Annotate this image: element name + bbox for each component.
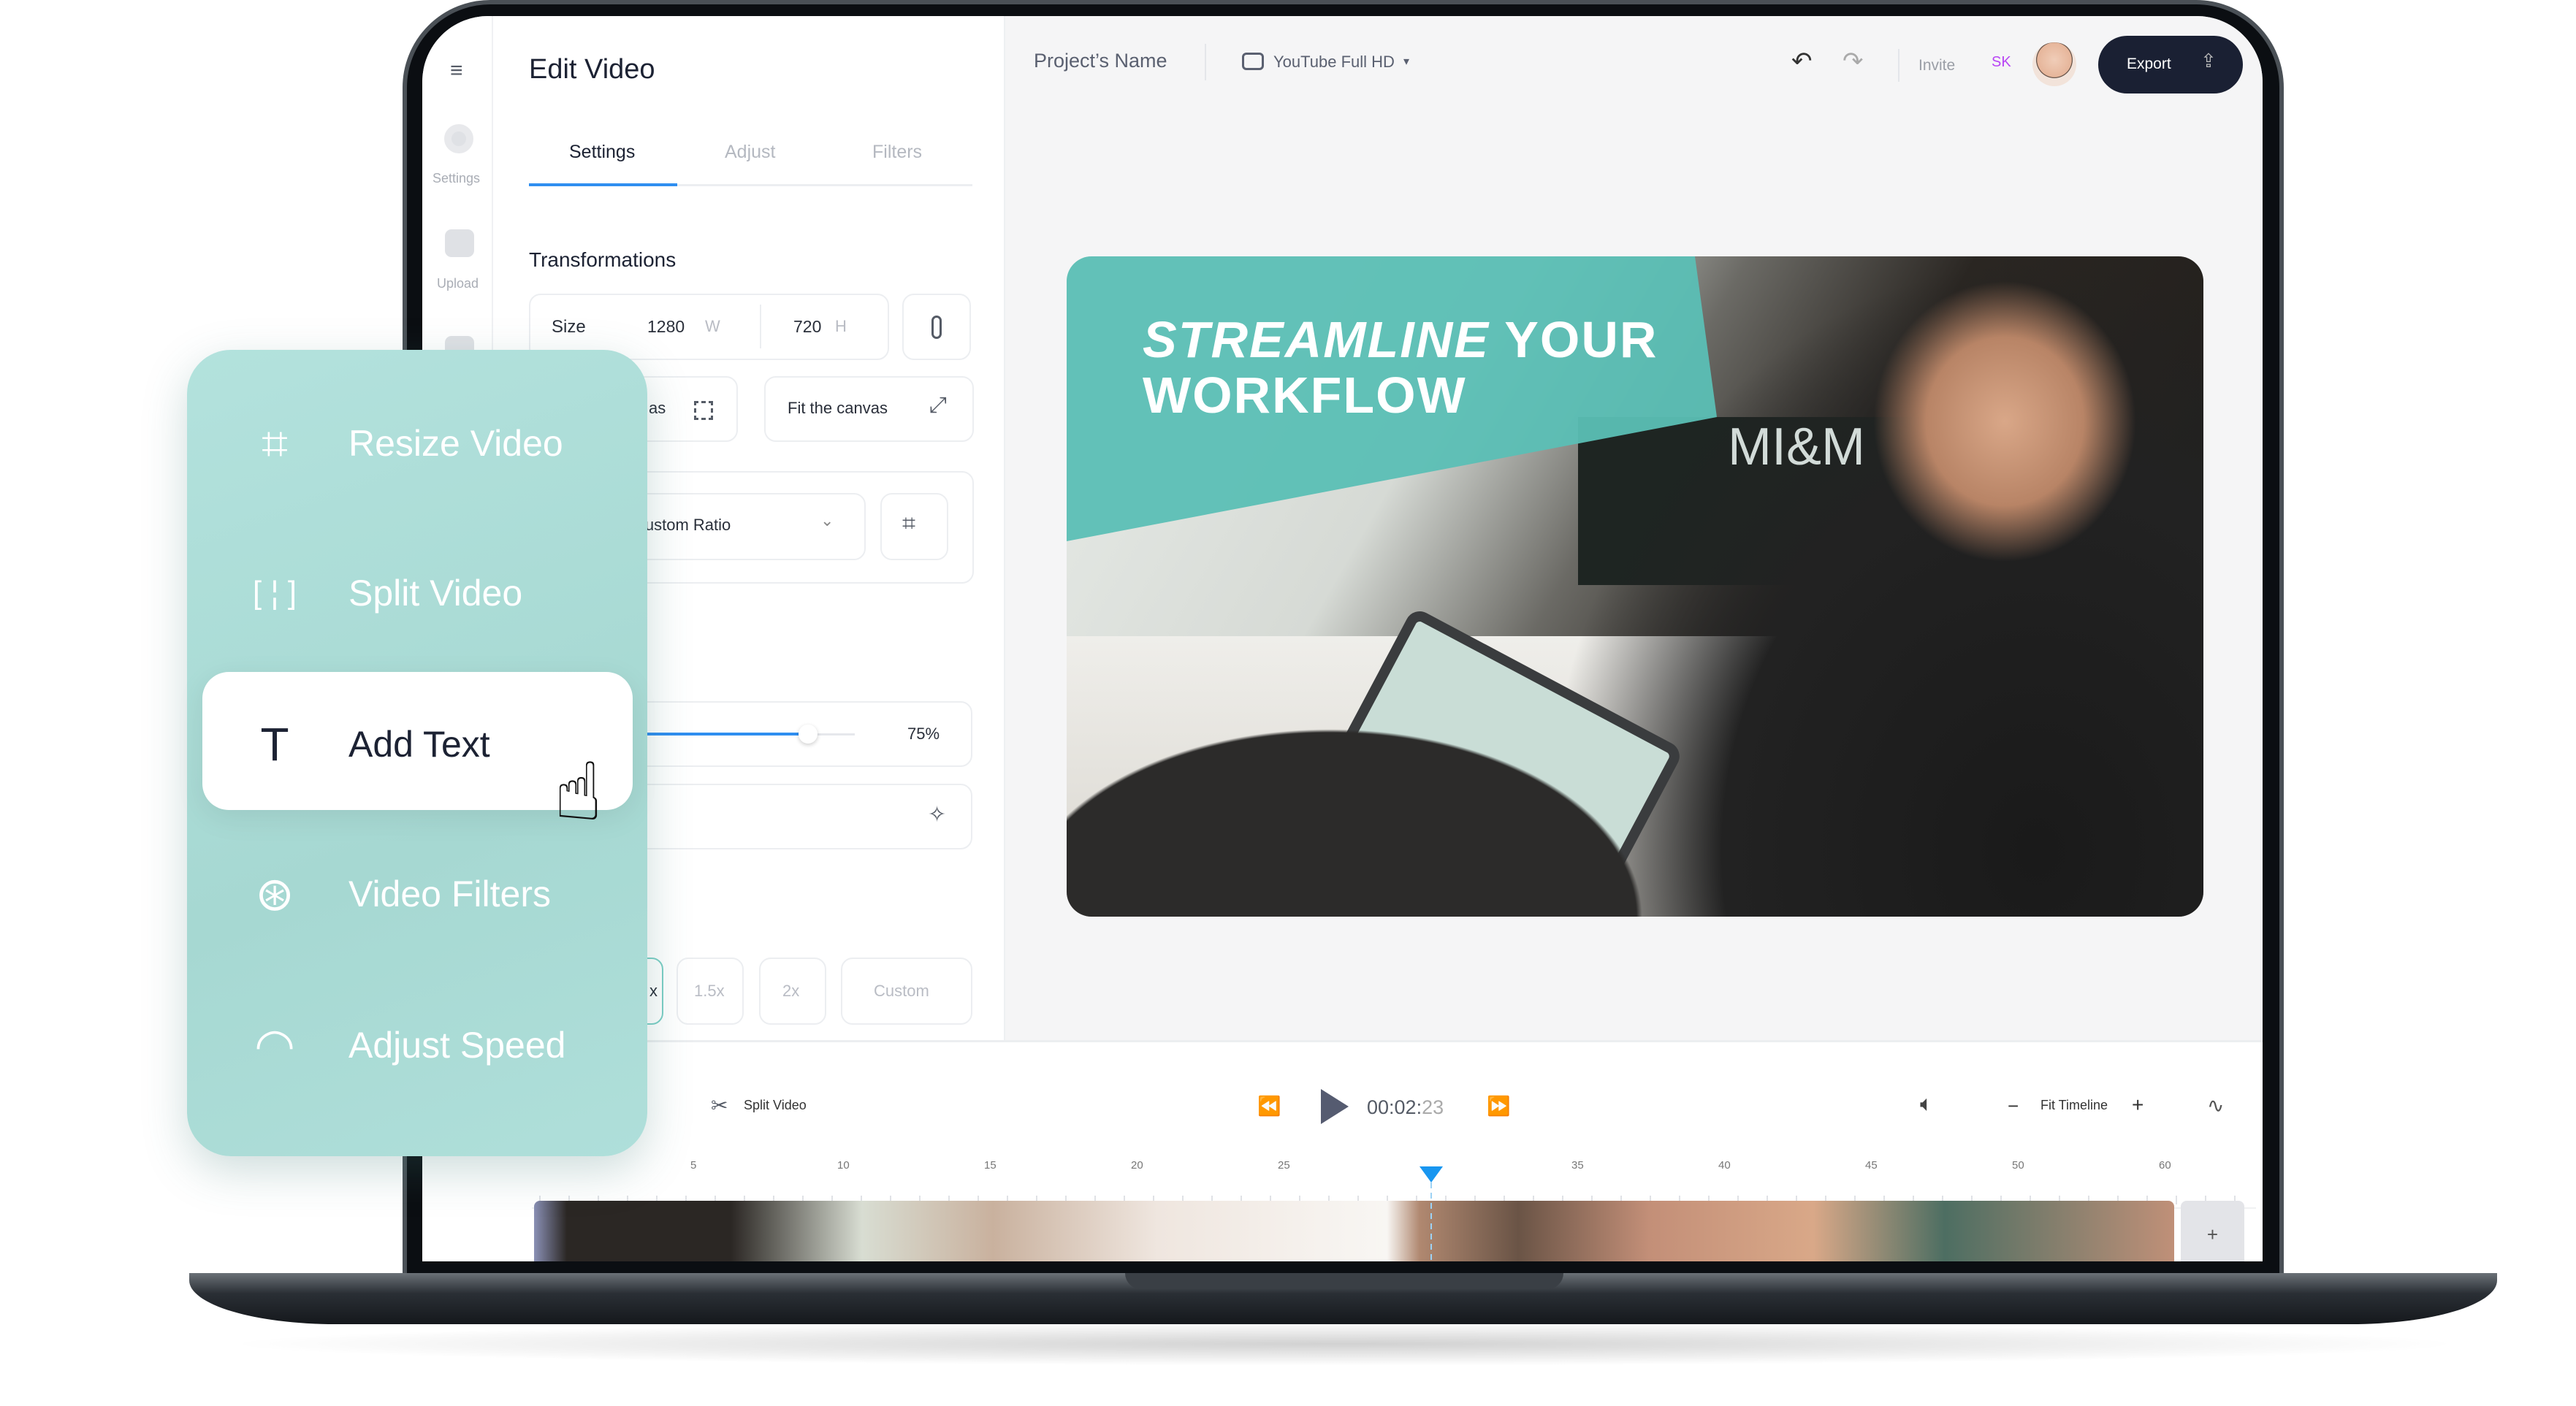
- project-name[interactable]: Project’s Name: [1034, 50, 1167, 72]
- time-main: 00:02:: [1367, 1096, 1422, 1118]
- waveform-icon[interactable]: ∿: [2207, 1093, 2224, 1117]
- scissors-icon: ✂: [711, 1094, 728, 1117]
- playhead[interactable]: [1420, 1166, 1443, 1183]
- speed-custom-label: Custom: [874, 982, 929, 1000]
- crop-icon: ⌗: [261, 417, 289, 470]
- tick-label: 60: [2159, 1159, 2171, 1172]
- fill-canvas-label: as: [649, 399, 666, 417]
- tick-label: 5: [690, 1159, 697, 1172]
- app-screen: ≡ Settings Upload ? Edit Video Settings …: [422, 16, 2263, 1261]
- speed-2x-label: 2x: [782, 982, 800, 1000]
- section-title: Transformations: [529, 248, 677, 271]
- width-unit: W: [705, 317, 720, 335]
- timeline: ✂ Split Video ⏪ 00:02:23 ⏩ 🔈︎ − Fit Time…: [422, 1040, 2263, 1261]
- tick-label: 25: [1278, 1159, 1290, 1172]
- volume-icon[interactable]: 🔈︎: [1920, 1092, 1933, 1117]
- add-clip-button[interactable]: +: [2181, 1201, 2244, 1261]
- laptop-shadow: [219, 1322, 2469, 1366]
- headline-streamline: STREAMLINE: [1143, 311, 1490, 368]
- tick-label: 50: [2012, 1159, 2024, 1172]
- fit-canvas-label: Fit the canvas: [788, 399, 888, 417]
- upload-icon[interactable]: [445, 229, 474, 257]
- tick-label: 45: [1865, 1159, 1878, 1172]
- headline-line-2: WORKFLOW: [1143, 367, 1467, 424]
- split-icon: [ ¦ ]: [252, 575, 297, 611]
- text-icon: T: [260, 718, 289, 771]
- avatar[interactable]: [2032, 42, 2076, 86]
- resize-arrows-icon: ⤢: [929, 393, 947, 417]
- panel-title: Edit Video: [529, 54, 655, 85]
- slider-value: 75%: [907, 725, 940, 743]
- slider-thumb[interactable]: [799, 725, 818, 744]
- size-label: Size: [552, 317, 586, 337]
- menu-item-0[interactable]: ⌗ Resize Video: [187, 400, 647, 487]
- caret-down-icon: ▾: [1403, 56, 1410, 68]
- redo-icon[interactable]: ↷: [1843, 47, 1864, 76]
- chevron-down-icon: ⌄: [820, 511, 834, 530]
- laptop-notch: [1125, 1273, 1563, 1289]
- playhead-line: [1430, 1183, 1432, 1261]
- menu-item-4[interactable]: ◠ Adjust Speed: [187, 1001, 647, 1089]
- filters-icon: ⊛: [255, 868, 294, 920]
- preview-stage: Project’s Name YouTube Full HD ▾ ↶ ↷ Inv…: [1005, 16, 2263, 1040]
- menu-item-label: Split Video: [348, 573, 523, 614]
- export-label: Export: [2127, 56, 2171, 72]
- speed-1.5x-label: 1.5x: [694, 982, 725, 1000]
- tick-mark: [2176, 1196, 2177, 1204]
- rail-settings-label: Settings: [432, 171, 481, 186]
- size-divider: [760, 305, 761, 348]
- zoom-in-button[interactable]: +: [2132, 1093, 2144, 1117]
- menu-item-label: Add Text: [348, 724, 490, 765]
- tick-label: 35: [1571, 1159, 1584, 1172]
- sparkle-icon[interactable]: ✧: [928, 802, 946, 828]
- zoom-out-button[interactable]: −: [2008, 1095, 2019, 1117]
- header-divider: [1205, 44, 1206, 80]
- link-icon: [931, 316, 942, 339]
- fit-timeline-button[interactable]: Fit Timeline: [2040, 1098, 2108, 1113]
- video-preset-icon: [1242, 53, 1264, 70]
- tick-label: 15: [984, 1159, 997, 1172]
- video-preset-dropdown[interactable]: YouTube Full HD: [1273, 53, 1395, 72]
- menu-item-label: Video Filters: [348, 874, 551, 914]
- hamburger-menu-icon[interactable]: ≡: [450, 58, 463, 83]
- width-input[interactable]: 1280: [647, 317, 685, 337]
- menu-item-label: Adjust Speed: [348, 1025, 566, 1066]
- tab-adjust[interactable]: Adjust: [725, 142, 775, 163]
- split-video-button[interactable]: Split Video: [744, 1098, 807, 1113]
- crop-icon: ⌗: [902, 510, 916, 536]
- headline-your: YOUR: [1504, 311, 1658, 368]
- undo-icon[interactable]: ↶: [1791, 47, 1813, 76]
- rewind-icon[interactable]: ⏪: [1257, 1095, 1281, 1117]
- expand-icon: [694, 401, 713, 420]
- invite-button[interactable]: Invite: [1918, 57, 1955, 74]
- header-divider-2: [1898, 49, 1899, 82]
- user-initials-avatar[interactable]: SK: [1992, 54, 2011, 71]
- tab-active-indicator: [529, 183, 677, 186]
- tick-label: 20: [1131, 1159, 1143, 1172]
- headline-line-1: STREAMLINE YOUR: [1143, 310, 1658, 369]
- video-preview: MI&M STREAMLINE YOUR WORKFLOW: [1067, 256, 2203, 917]
- tick-label: 10: [837, 1159, 850, 1172]
- height-unit: H: [835, 317, 847, 335]
- upload-icon: ⇪: [2200, 50, 2217, 72]
- fast-forward-icon[interactable]: ⏩: [1487, 1095, 1510, 1117]
- menu-item-1[interactable]: [ ¦ ] Split Video: [187, 549, 647, 637]
- tab-filters[interactable]: Filters: [872, 142, 922, 163]
- tick-label: 40: [1718, 1159, 1731, 1172]
- play-button[interactable]: [1321, 1089, 1349, 1124]
- filmstrip[interactable]: [534, 1201, 2174, 1261]
- menu-item-3[interactable]: ⊛ Video Filters: [187, 850, 647, 938]
- ratio-value: Custom Ratio: [633, 516, 731, 534]
- menu-item-label: Resize Video: [348, 423, 563, 464]
- sign-text: MI&M: [1728, 418, 1865, 476]
- current-time: 00:02:23: [1367, 1096, 1444, 1119]
- tab-settings[interactable]: Settings: [569, 142, 635, 163]
- height-input[interactable]: 720: [793, 317, 821, 337]
- rail-upload-label: Upload: [437, 276, 479, 291]
- time-frames: 23: [1422, 1096, 1444, 1118]
- speed-icon: ◠: [254, 1019, 295, 1071]
- pointer-hand-icon: ☝︎: [554, 747, 603, 837]
- settings-icon[interactable]: [444, 124, 473, 153]
- speed-1x-label: x: [649, 982, 658, 1000]
